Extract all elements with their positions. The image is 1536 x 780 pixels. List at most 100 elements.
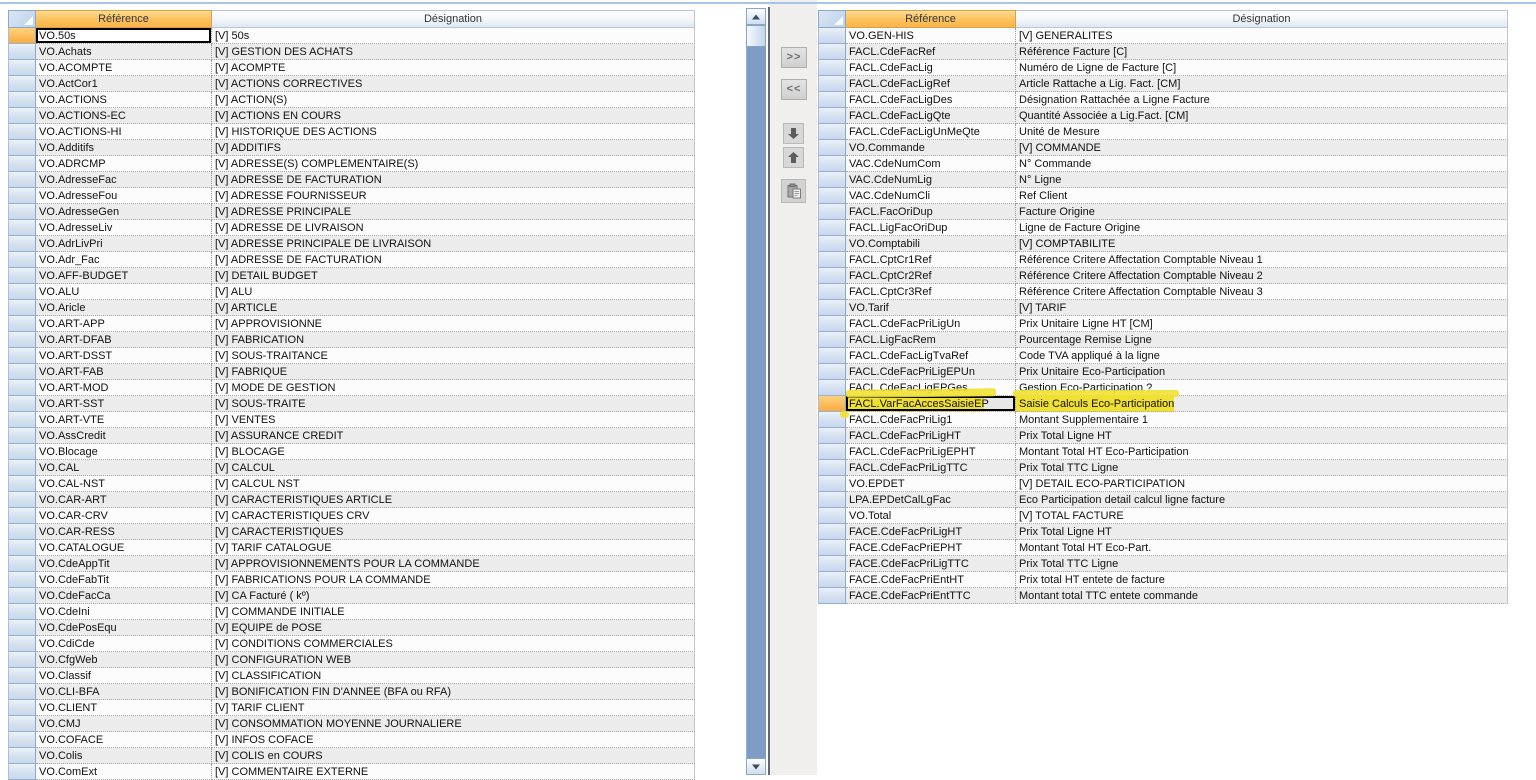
left-table-scrollbar[interactable] (746, 8, 766, 775)
table-row[interactable]: FACL.VarFacAccesSaisieEPSaisie Calculs E… (818, 396, 1508, 412)
row-selector-cell[interactable] (818, 460, 846, 476)
table-row[interactable]: FACL.CdeFacLigQteQuantité Associée a Lig… (818, 108, 1508, 124)
reference-cell[interactable]: FACE.CdeFacPriEntTTC (846, 588, 1016, 604)
table-row[interactable]: VO.CAR-ART[V] CARACTERISTIQUES ARTICLE (8, 492, 695, 508)
designation-cell[interactable]: Référence Critere Affectation Comptable … (1016, 252, 1508, 268)
designation-cell[interactable]: Code TVA appliqué à la ligne (1016, 348, 1508, 364)
table-row[interactable]: FACL.CptCr2RefRéférence Critere Affectat… (818, 268, 1508, 284)
table-row[interactable]: VO.Aricle[V] ARTICLE (8, 300, 695, 316)
row-selector-cell[interactable] (8, 156, 36, 172)
reference-column-header[interactable]: Référence (846, 10, 1016, 28)
reference-cell[interactable]: VAC.CdeNumCom (846, 156, 1016, 172)
row-selector-cell[interactable] (8, 556, 36, 572)
designation-cell[interactable]: [V] COMPTABILITE (1016, 236, 1508, 252)
row-selector-cell[interactable] (818, 476, 846, 492)
row-selector-cell[interactable] (8, 220, 36, 236)
reference-cell[interactable]: FACL.CptCr2Ref (846, 268, 1016, 284)
designation-cell[interactable]: [V] 50s (212, 28, 695, 44)
row-selector-cell[interactable] (8, 572, 36, 588)
designation-cell[interactable]: Désignation Rattachée a Ligne Facture (1016, 92, 1508, 108)
reference-cell[interactable]: VO.Colis (36, 748, 212, 764)
designation-cell[interactable]: [V] CONSOMMATION MOYENNE JOURNALIERE (212, 716, 695, 732)
paste-special-button[interactable] (781, 179, 806, 203)
table-row[interactable]: VO.CAR-RESS[V] CARACTERISTIQUES (8, 524, 695, 540)
table-row[interactable]: FACL.CptCr3RefRéférence Critere Affectat… (818, 284, 1508, 300)
reference-cell[interactable]: VO.AFF-BUDGET (36, 268, 212, 284)
table-row[interactable]: VO.GEN-HIS[V] GENERALITES (818, 28, 1508, 44)
table-row[interactable]: VO.Comptabili[V] COMPTABILITE (818, 236, 1508, 252)
designation-cell[interactable]: Prix Total TTC Ligne (1016, 556, 1508, 572)
table-row[interactable]: VO.Additifs[V] ADDITIFS (8, 140, 695, 156)
row-selector-cell[interactable] (8, 732, 36, 748)
designation-cell[interactable]: [V] ASSURANCE CREDIT (212, 428, 695, 444)
designation-cell[interactable]: Eco Participation detail calcul ligne fa… (1016, 492, 1508, 508)
table-row[interactable]: VO.Adr_Fac[V] ADRESSE DE FACTURATION (8, 252, 695, 268)
designation-cell[interactable]: [V] GENERALITES (1016, 28, 1508, 44)
row-selector-cell[interactable] (8, 460, 36, 476)
row-selector-cell[interactable] (818, 508, 846, 524)
table-row[interactable]: VO.ActCor1[V] ACTIONS CORRECTIVES (8, 76, 695, 92)
row-selector-cell[interactable] (8, 60, 36, 76)
designation-cell[interactable]: [V] CALCUL NST (212, 476, 695, 492)
table-row[interactable]: VO.CfgWeb[V] CONFIGURATION WEB (8, 652, 695, 668)
row-selector-cell[interactable] (8, 140, 36, 156)
row-selector-cell[interactable] (8, 252, 36, 268)
reference-cell[interactable]: FACL.FacOriDup (846, 204, 1016, 220)
row-selector-cell[interactable] (8, 300, 36, 316)
row-selector-cell[interactable] (818, 220, 846, 236)
row-selector-cell[interactable] (8, 236, 36, 252)
row-selector-cell[interactable] (8, 172, 36, 188)
row-selector-cell[interactable] (818, 60, 846, 76)
move-up-button[interactable] (783, 147, 804, 168)
row-selector-cell[interactable] (8, 716, 36, 732)
reference-cell[interactable]: VO.CdeFacCa (36, 588, 212, 604)
designation-cell[interactable]: Saisie Calculs Eco-Participation (1016, 396, 1508, 412)
table-row[interactable]: VO.ACTIONS-HI[V] HISTORIQUE DES ACTIONS (8, 124, 695, 140)
reference-cell[interactable]: FACL.CdeFacLig (846, 60, 1016, 76)
row-selector-cell[interactable] (8, 444, 36, 460)
table-row[interactable]: VO.AdrLivPri[V] ADRESSE PRINCIPALE DE LI… (8, 236, 695, 252)
reference-cell[interactable]: VO.CLIENT (36, 700, 212, 716)
table-row[interactable]: VO.ART-APP[V] APPROVISIONNE (8, 316, 695, 332)
designation-cell[interactable]: Pourcentage Remise Ligne (1016, 332, 1508, 348)
table-row[interactable]: VO.CAL[V] CALCUL (8, 460, 695, 476)
table-row[interactable]: VO.AdresseFou[V] ADRESSE FOURNISSEUR (8, 188, 695, 204)
table-row[interactable]: VO.ACOMPTE[V] ACOMPTE (8, 60, 695, 76)
table-row[interactable]: VO.Tarif[V] TARIF (818, 300, 1508, 316)
table-row[interactable]: VO.AdresseLiv[V] ADRESSE DE LIVRAISON (8, 220, 695, 236)
table-row[interactable]: VO.Total[V] TOTAL FACTURE (818, 508, 1508, 524)
designation-cell[interactable]: [V] APPROVISIONNEMENTS POUR LA COMMANDE (212, 556, 695, 572)
move-down-button[interactable] (783, 123, 804, 144)
table-row[interactable]: VO.CdePosEqu[V] EQUIPE de POSE (8, 620, 695, 636)
table-row[interactable]: FACE.CdeFacPriEPHTMontant Total HT Eco-P… (818, 540, 1508, 556)
designation-cell[interactable]: [V] CARACTERISTIQUES CRV (212, 508, 695, 524)
scroll-down-button[interactable] (746, 758, 766, 775)
table-row[interactable]: VAC.CdeNumCliRef Client (818, 188, 1508, 204)
designation-cell[interactable]: [V] ADRESSE FOURNISSEUR (212, 188, 695, 204)
designation-cell[interactable]: [V] CARACTERISTIQUES (212, 524, 695, 540)
table-row[interactable]: VO.Blocage[V] BLOCAGE (8, 444, 695, 460)
table-row[interactable]: VAC.CdeNumLigN° Ligne (818, 172, 1508, 188)
reference-cell[interactable]: VO.ACOMPTE (36, 60, 212, 76)
table-row[interactable]: VO.AFF-BUDGET[V] DETAIL BUDGET (8, 268, 695, 284)
table-row[interactable]: VO.ALU[V] ALU (8, 284, 695, 300)
table-row[interactable]: FACL.CdeFacPriLigUnPrix Unitaire Ligne H… (818, 316, 1508, 332)
designation-cell[interactable]: Référence Critere Affectation Comptable … (1016, 268, 1508, 284)
table-row[interactable]: LPA.EPDetCalLgFacEco Participation detai… (818, 492, 1508, 508)
designation-cell[interactable]: Montant total TTC entete commande (1016, 588, 1508, 604)
designation-cell[interactable]: [V] COMMANDE (1016, 140, 1508, 156)
row-selector-cell[interactable] (818, 28, 846, 44)
reference-cell[interactable]: VO.CATALOGUE (36, 540, 212, 556)
row-selector-cell[interactable] (818, 124, 846, 140)
designation-cell[interactable]: Prix Total TTC Ligne (1016, 460, 1508, 476)
table-row[interactable]: FACL.CdeFacPriLigEPUnPrix Unitaire Eco-P… (818, 364, 1508, 380)
reference-cell[interactable]: VO.ART-DFAB (36, 332, 212, 348)
designation-cell[interactable]: [V] BLOCAGE (212, 444, 695, 460)
row-selector-cell[interactable] (8, 636, 36, 652)
reference-cell[interactable]: VO.Total (846, 508, 1016, 524)
reference-cell[interactable]: VO.AdresseFou (36, 188, 212, 204)
designation-cell[interactable]: [V] TARIF (1016, 300, 1508, 316)
reference-cell[interactable]: FACE.CdeFacPriLigTTC (846, 556, 1016, 572)
reference-cell[interactable]: VO.ACTIONS-HI (36, 124, 212, 140)
row-selector-cell[interactable] (8, 492, 36, 508)
